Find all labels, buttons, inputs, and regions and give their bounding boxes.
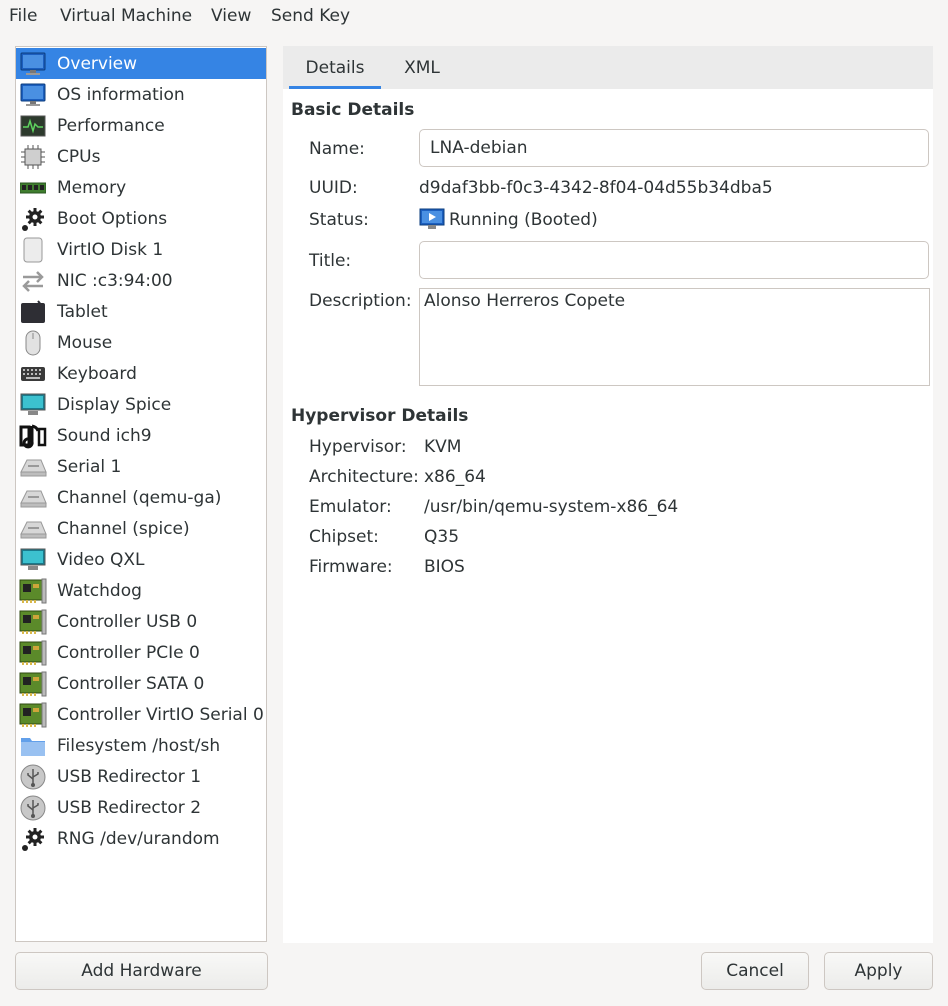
chipset-value: Q35 — [424, 527, 460, 547]
sidebar-item-memory[interactable]: Memory — [16, 172, 266, 203]
tablet-icon — [19, 299, 47, 325]
pci-card-icon — [19, 702, 47, 728]
title-input[interactable] — [419, 241, 929, 279]
emulator-value: /usr/bin/qemu-system-x86_64 — [424, 497, 679, 517]
menu-view[interactable]: View — [211, 6, 251, 26]
sidebar-item-boot-options[interactable]: Boot Options — [16, 203, 266, 234]
serial-port-icon — [19, 454, 47, 480]
tab-bar: Details XML — [283, 46, 933, 89]
sound-icon — [19, 423, 47, 449]
sidebar-item-controller-pcie[interactable]: Controller PCIe 0 — [16, 637, 266, 668]
sidebar-item-usb-redirector-2[interactable]: USB Redirector 2 — [16, 792, 266, 823]
sidebar-item-sound[interactable]: Sound ich9 — [16, 420, 266, 451]
chipset-label: Chipset: — [309, 527, 379, 547]
pci-card-icon — [19, 640, 47, 666]
firmware-value: BIOS — [424, 557, 465, 577]
gear-icon — [19, 826, 47, 852]
sidebar-item-channel-qemu-ga[interactable]: Channel (qemu-ga) — [16, 482, 266, 513]
sidebar-item-mouse[interactable]: Mouse — [16, 327, 266, 358]
menu-virtual-machine[interactable]: Virtual Machine — [60, 6, 192, 26]
usb-icon — [19, 764, 47, 790]
monitor-icon — [19, 82, 47, 108]
uuid-label: UUID: — [309, 178, 358, 198]
disk-icon — [19, 237, 47, 263]
sidebar-item-channel-spice[interactable]: Channel (spice) — [16, 513, 266, 544]
tab-details[interactable]: Details — [289, 46, 381, 89]
cancel-button[interactable]: Cancel — [701, 952, 809, 990]
basic-details-heading: Basic Details — [291, 100, 415, 120]
uuid-value: d9daf3bb-f0c3-4342-8f04-04d55b34dba5 — [419, 178, 773, 198]
gear-icon — [19, 206, 47, 232]
usb-icon — [19, 795, 47, 821]
emulator-label: Emulator: — [309, 497, 392, 517]
architecture-label: Architecture: — [309, 467, 419, 487]
sidebar-item-usb-redirector-1[interactable]: USB Redirector 1 — [16, 761, 266, 792]
description-textarea[interactable]: Alonso Herreros Copete — [419, 288, 930, 386]
status-label: Status: — [309, 210, 369, 230]
sidebar-item-overview[interactable]: Overview — [16, 48, 266, 79]
sidebar-item-serial[interactable]: Serial 1 — [16, 451, 266, 482]
tab-xml[interactable]: XML — [381, 46, 463, 89]
sidebar-item-performance[interactable]: Performance — [16, 110, 266, 141]
hypervisor-label: Hypervisor: — [309, 437, 407, 457]
firmware-label: Firmware: — [309, 557, 393, 577]
sidebar-item-controller-sata[interactable]: Controller SATA 0 — [16, 668, 266, 699]
sidebar-item-os-information[interactable]: OS information — [16, 79, 266, 110]
serial-port-icon — [19, 516, 47, 542]
sidebar-item-controller-virtio-serial[interactable]: Controller VirtIO Serial 0 — [16, 699, 266, 730]
sidebar-item-virtio-disk[interactable]: VirtIO Disk 1 — [16, 234, 266, 265]
menu-file[interactable]: File — [9, 6, 37, 26]
sidebar-item-tablet[interactable]: Tablet — [16, 296, 266, 327]
folder-icon — [19, 733, 47, 759]
add-hardware-button[interactable]: Add Hardware — [15, 952, 268, 990]
sidebar-item-nic[interactable]: NIC :c3:94:00 — [16, 265, 266, 296]
pci-card-icon — [19, 609, 47, 635]
memory-module-icon — [19, 175, 47, 201]
title-label: Title: — [309, 251, 352, 271]
cpu-chip-icon — [19, 144, 47, 170]
pci-card-icon — [19, 578, 47, 604]
display-icon — [19, 392, 47, 418]
display-icon — [19, 547, 47, 573]
sidebar-item-video-qxl[interactable]: Video QXL — [16, 544, 266, 575]
sidebar-item-filesystem[interactable]: Filesystem /host/sh — [16, 730, 266, 761]
hardware-list[interactable]: Overview OS information Performance CPUs… — [15, 46, 267, 942]
status-value: Running (Booted) — [449, 210, 598, 230]
apply-button[interactable]: Apply — [824, 952, 933, 990]
hypervisor-value: KVM — [424, 437, 462, 457]
menu-send-key[interactable]: Send Key — [271, 6, 350, 26]
name-label: Name: — [309, 139, 365, 159]
details-panel: Details XML Basic Details Name: UUID: d9… — [283, 46, 933, 943]
performance-graph-icon — [19, 113, 47, 139]
pci-card-icon — [19, 671, 47, 697]
running-status-icon — [419, 208, 445, 235]
sidebar-item-rng[interactable]: RNG /dev/urandom — [16, 823, 266, 854]
serial-port-icon — [19, 485, 47, 511]
menu-bar: File Virtual Machine View Send Key — [0, 0, 948, 32]
sidebar-item-cpus[interactable]: CPUs — [16, 141, 266, 172]
architecture-value: x86_64 — [424, 467, 486, 487]
hypervisor-details-heading: Hypervisor Details — [291, 406, 469, 426]
monitor-icon — [19, 51, 47, 77]
name-input[interactable] — [419, 129, 929, 167]
mouse-icon — [19, 330, 47, 356]
keyboard-icon — [19, 361, 47, 387]
sidebar-item-keyboard[interactable]: Keyboard — [16, 358, 266, 389]
description-label: Description: — [309, 291, 412, 311]
sidebar-item-controller-usb[interactable]: Controller USB 0 — [16, 606, 266, 637]
tab-active-indicator — [289, 86, 381, 89]
network-arrows-icon — [19, 268, 47, 294]
sidebar-item-display-spice[interactable]: Display Spice — [16, 389, 266, 420]
sidebar-item-watchdog[interactable]: Watchdog — [16, 575, 266, 606]
